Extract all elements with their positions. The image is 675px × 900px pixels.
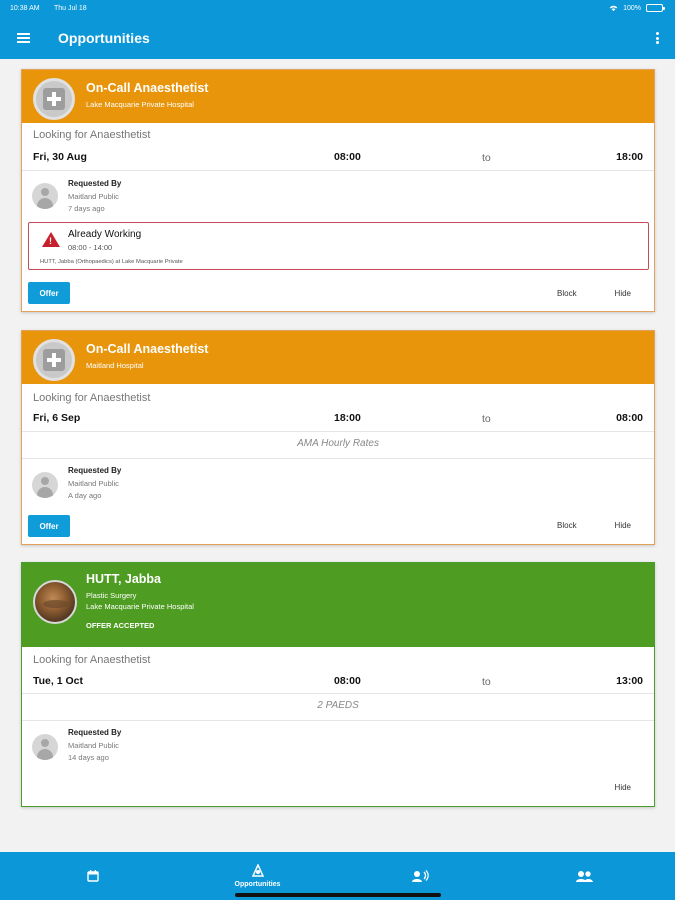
card-title: HUTT, Jabba [86,572,162,586]
requester-name: Maitland Public [68,741,119,750]
more-vert-icon[interactable] [655,32,659,44]
hospital-name: Maitland Hospital [86,361,144,370]
card-title: On-Call Anaesthetist [86,342,209,356]
looking-for-text: Looking for Anaesthetist [33,129,151,141]
status-date: Thu Jul 18 [54,5,87,12]
app-header: 10:38 AM Thu Jul 18 100% Opportunities [0,0,675,59]
opportunity-card-1[interactable]: On-Call Anaesthetist Lake Macquarie Priv… [21,69,655,312]
divider [22,720,654,721]
offer-button[interactable]: Offer [28,515,70,537]
specialty: Plastic Surgery [86,591,137,600]
hide-button[interactable]: Hide [615,289,631,298]
rate-note: AMA Hourly Rates [297,438,379,449]
time-separator: to [482,413,491,425]
people-icon [576,871,593,882]
card-header: On-Call Anaesthetist Maitland Hospital [22,331,654,384]
divider [22,170,654,171]
offer-button[interactable]: Offer [28,282,70,304]
requested-ago: 14 days ago [68,753,109,762]
opportunities-tab-label: Opportunities [234,881,281,888]
card-header: HUTT, Jabba Plastic Surgery Lake Macquar… [22,563,654,647]
offer-status: OFFER ACCEPTED [86,621,155,630]
hide-button[interactable]: Hide [615,783,631,792]
voice-person-icon [412,870,429,882]
calendar-icon [87,870,99,882]
warning-title: Already Working [68,229,142,240]
status-time: 10:38 AM [10,5,40,12]
rate-note: 2 PAEDS [317,700,359,711]
medical-plus-icon [33,339,75,381]
requested-ago: A day ago [68,491,102,500]
time-separator: to [482,676,491,688]
accepted-offer-card[interactable]: HUTT, Jabba Plastic Surgery Lake Macquar… [21,562,655,807]
looking-for-text: Looking for Anaesthetist [33,654,151,666]
opportunities-icon [251,864,264,877]
battery-percent: 100% [623,4,641,12]
status-right-group: 100% [609,4,665,12]
card-header: On-Call Anaesthetist Lake Macquarie Priv… [22,70,654,123]
requester-name: Maitland Public [68,479,119,488]
time-separator: to [482,152,491,164]
requester-avatar [32,472,58,498]
calendar-tab[interactable] [83,852,103,900]
shift-date: Fri, 30 Aug [33,151,87,163]
hospital-name: Lake Macquarie Private Hospital [86,100,194,109]
shift-start-time: 08:00 [334,675,361,687]
wifi-icon [609,5,618,11]
divider [22,693,654,694]
requested-by-label: Requested By [68,466,122,475]
requester-avatar [32,734,58,760]
shift-date: Fri, 6 Sep [33,412,81,424]
divider [22,458,654,459]
requested-by-label: Requested By [68,179,122,188]
shift-end-time: 08:00 [616,412,643,424]
divider [22,431,654,432]
status-bar: 10:38 AM Thu Jul 18 100% [0,0,675,18]
hospital-name: Lake Macquarie Private Hospital [86,602,194,611]
medical-plus-icon [33,78,75,120]
card-title: On-Call Anaesthetist [86,81,209,95]
requester-name: Maitland Public [68,192,119,201]
requester-avatar [32,183,58,209]
shift-start-time: 08:00 [334,151,361,163]
shift-end-time: 13:00 [616,675,643,687]
block-button[interactable]: Block [557,521,577,530]
page-title: Opportunities [58,30,150,46]
looking-for-text: Looking for Anaesthetist [33,392,151,404]
home-indicator [235,893,441,897]
hide-button[interactable]: Hide [615,521,631,530]
requested-by-label: Requested By [68,728,122,737]
warning-time: 08:00 - 14:00 [68,243,113,252]
block-button[interactable]: Block [557,289,577,298]
menu-icon[interactable] [17,33,30,43]
shift-start-time: 18:00 [334,412,361,424]
requested-ago: 7 days ago [68,204,105,213]
profile-photo [33,580,77,624]
shift-end-time: 18:00 [616,151,643,163]
already-working-warning: Already Working 08:00 - 14:00 HUTT, Jabb… [28,222,649,270]
people-tab[interactable] [570,852,598,900]
battery-icon [646,4,665,12]
warning-icon [42,232,60,247]
warning-detail: HUTT, Jabba (Orthopaedics) at Lake Macqu… [40,259,183,265]
shift-date: Tue, 1 Oct [33,675,83,687]
opportunity-card-2[interactable]: On-Call Anaesthetist Maitland Hospital L… [21,330,655,545]
